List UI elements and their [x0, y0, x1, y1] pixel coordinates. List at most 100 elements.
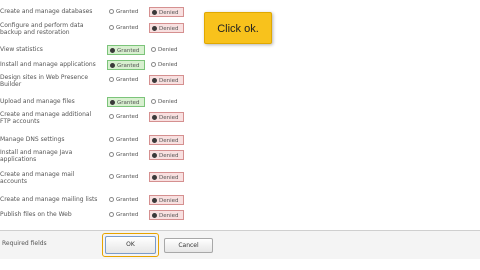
- denied-label: Denied: [158, 62, 178, 68]
- granted-radio-option[interactable]: Granted: [107, 195, 145, 205]
- radio-button-icon[interactable]: [152, 198, 157, 203]
- radio-button-icon[interactable]: [152, 213, 157, 218]
- denied-radio-option[interactable]: Denied: [149, 210, 184, 220]
- radio-button-icon[interactable]: [109, 25, 114, 30]
- denied-label: Denied: [158, 99, 178, 105]
- denied-radio-option[interactable]: Denied: [149, 7, 184, 17]
- permission-label: Create and manage databases: [0, 8, 93, 15]
- denied-label: Denied: [159, 153, 179, 159]
- denied-label: Denied: [159, 78, 179, 84]
- granted-radio-option[interactable]: Granted: [107, 210, 145, 220]
- radio-button-icon[interactable]: [152, 175, 157, 180]
- granted-label: Granted: [117, 63, 140, 69]
- permission-row: Configure and perform data backup and re…: [0, 22, 200, 36]
- radio-button-icon[interactable]: [109, 174, 114, 179]
- radio-button-icon[interactable]: [151, 62, 156, 67]
- radio-button-icon[interactable]: [110, 63, 115, 68]
- denied-radio-option[interactable]: Denied: [149, 112, 184, 122]
- granted-label: Granted: [116, 77, 139, 83]
- granted-label: Granted: [116, 137, 139, 143]
- granted-radio-option[interactable]: Granted: [107, 75, 145, 85]
- radio-button-icon[interactable]: [109, 114, 114, 119]
- radio-button-icon[interactable]: [110, 48, 115, 53]
- denied-label: Denied: [159, 10, 179, 16]
- permission-row: Create and manage additional FTP account…: [0, 111, 200, 125]
- permission-row: Create and manage mail accounts Granted De…: [0, 171, 200, 185]
- permission-label: Create and manage mailing lists: [0, 196, 98, 203]
- permission-row: Create and manage databases Granted Denied: [0, 7, 200, 19]
- radio-button-icon[interactable]: [152, 26, 157, 31]
- denied-radio-option[interactable]: Denied: [149, 195, 184, 205]
- radio-button-icon[interactable]: [109, 152, 114, 157]
- permission-row: Upload and manage files Granted Denied: [0, 97, 200, 109]
- permission-label: Install and manage applications: [0, 61, 96, 68]
- denied-label: Denied: [159, 26, 179, 32]
- radio-button-icon[interactable]: [152, 138, 157, 143]
- radio-button-icon[interactable]: [109, 137, 114, 142]
- denied-radio-option[interactable]: Denied: [149, 60, 184, 70]
- radio-button-icon[interactable]: [151, 47, 156, 52]
- granted-label: Granted: [116, 152, 139, 158]
- denied-label: Denied: [159, 115, 179, 121]
- radio-button-icon[interactable]: [151, 99, 156, 104]
- permission-label: Design sites in Web Presence Builder: [0, 74, 89, 88]
- radio-button-icon[interactable]: [109, 77, 114, 82]
- permission-label: View statistics: [0, 46, 43, 53]
- denied-label: Denied: [159, 213, 179, 219]
- denied-radio-option[interactable]: Denied: [149, 75, 184, 85]
- required-fields-label: Required fields: [2, 240, 47, 247]
- permission-row: Create and manage mailing lists Granted De…: [0, 195, 200, 207]
- granted-radio-option[interactable]: Granted: [107, 60, 145, 70]
- permission-label: Create and manage additional FTP account…: [0, 111, 92, 125]
- permission-label: Manage DNS settings: [0, 136, 65, 143]
- granted-radio-option[interactable]: Granted: [107, 45, 145, 55]
- radio-button-icon[interactable]: [109, 9, 114, 14]
- granted-label: Granted: [116, 197, 139, 203]
- denied-radio-option[interactable]: Denied: [149, 97, 184, 107]
- granted-radio-option[interactable]: Granted: [107, 23, 145, 33]
- permissions-dialog: Create and manage databases Granted Denied…: [0, 0, 480, 270]
- denied-label: Denied: [159, 198, 179, 204]
- denied-radio-option[interactable]: Denied: [149, 23, 184, 33]
- permission-label: Create and manage mail accounts: [0, 171, 75, 185]
- radio-button-icon[interactable]: [110, 100, 115, 105]
- granted-radio-option[interactable]: Granted: [107, 7, 145, 17]
- radio-button-icon[interactable]: [152, 10, 157, 15]
- granted-label: Granted: [116, 25, 139, 31]
- granted-label: Granted: [116, 9, 139, 15]
- denied-radio-option[interactable]: Denied: [149, 172, 184, 182]
- permission-row: Publish files on the Web Granted Denied: [0, 210, 200, 222]
- permission-row: Manage DNS settings Granted Denied: [0, 135, 200, 147]
- granted-radio-option[interactable]: Granted: [107, 97, 145, 107]
- denied-label: Denied: [159, 175, 179, 181]
- granted-radio-option[interactable]: Granted: [107, 135, 145, 145]
- radio-button-icon[interactable]: [109, 197, 114, 202]
- permission-row: Design sites in Web Presence Builder Gran…: [0, 74, 200, 88]
- permission-row: View statistics Granted Denied: [0, 45, 200, 57]
- denied-label: Denied: [158, 47, 178, 53]
- granted-label: Granted: [116, 212, 139, 218]
- permission-label: Publish files on the Web: [0, 211, 72, 218]
- instruction-callout: Click ok.: [204, 12, 272, 44]
- permission-row: Install and manage applications Granted De…: [0, 60, 200, 72]
- ok-button[interactable]: OK: [105, 236, 156, 254]
- cancel-button[interactable]: Cancel: [164, 238, 213, 253]
- permission-label: Configure and perform data backup and re…: [0, 22, 84, 36]
- granted-radio-option[interactable]: Granted: [107, 172, 145, 182]
- denied-label: Denied: [159, 138, 179, 144]
- radio-button-icon[interactable]: [152, 115, 157, 120]
- permission-row: Install and manage Java applications Gran…: [0, 149, 200, 163]
- denied-radio-option[interactable]: Denied: [149, 135, 184, 145]
- granted-label: Granted: [117, 100, 140, 106]
- radio-button-icon[interactable]: [152, 153, 157, 158]
- radio-button-icon[interactable]: [109, 212, 114, 217]
- footer-bar: [0, 231, 480, 259]
- denied-radio-option[interactable]: Denied: [149, 150, 184, 160]
- permission-label: Install and manage Java applications: [0, 149, 73, 163]
- denied-radio-option[interactable]: Denied: [149, 45, 184, 55]
- radio-button-icon[interactable]: [152, 78, 157, 83]
- granted-radio-option[interactable]: Granted: [107, 150, 145, 160]
- granted-radio-option[interactable]: Granted: [107, 112, 145, 122]
- permission-label: Upload and manage files: [0, 98, 75, 105]
- granted-label: Granted: [116, 174, 139, 180]
